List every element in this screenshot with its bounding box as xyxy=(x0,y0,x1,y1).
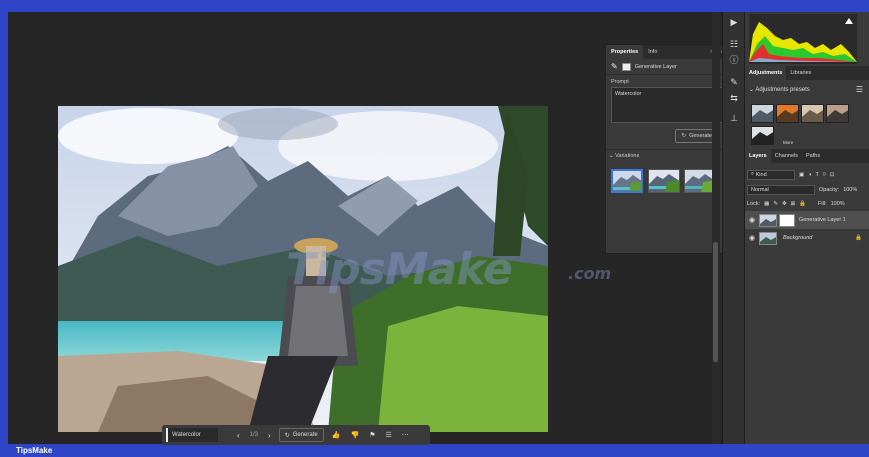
type-filter-icon[interactable]: T xyxy=(816,172,819,178)
properties-panel: Properties Info >> | ≡ ✎ Generative Laye… xyxy=(605,44,729,254)
blend-row: Normal Opacity: 100% xyxy=(747,184,867,195)
tab-libraries[interactable]: Libraries xyxy=(786,66,815,80)
adjustments-tabs: Adjustments Libraries xyxy=(745,66,869,80)
play-icon[interactable]: ▶ xyxy=(728,16,740,28)
search-icon: ⌕ xyxy=(751,171,755,177)
brush-settings-icon[interactable]: ✎ xyxy=(728,76,740,88)
preset-thumbnail[interactable] xyxy=(751,104,774,123)
generate-label: Generate xyxy=(689,133,712,139)
adjustments-icon[interactable]: ⇆ xyxy=(728,92,740,104)
tab-properties[interactable]: Properties xyxy=(606,45,644,59)
layer-type-header: ✎ Generative Layer xyxy=(606,59,728,75)
chevron-down-icon: ⌄ xyxy=(749,87,755,93)
info-icon[interactable]: ⓘ xyxy=(728,54,740,66)
variations-header[interactable]: ⌄ Variations xyxy=(609,153,639,159)
lock-pixels-icon[interactable]: ✎ xyxy=(773,201,778,207)
layer-row-generative[interactable]: ◉ Generative Layer 1 xyxy=(745,211,869,229)
chevron-down-icon: ⌄ xyxy=(609,153,614,159)
image-filter-icon[interactable]: ▣ xyxy=(799,172,804,178)
taskbar-generate-button[interactable]: ↻ Generate xyxy=(278,428,324,442)
lock-icon: 🔒 xyxy=(855,235,862,241)
tab-channels[interactable]: Channels xyxy=(771,149,802,163)
right-panels: Adjustments Libraries ⌄ Adjustments pres… xyxy=(744,12,869,444)
lock-position-icon[interactable]: ✥ xyxy=(782,201,787,207)
thumbs-up-icon[interactable]: 👍 xyxy=(327,425,346,445)
preset-thumbnail[interactable] xyxy=(801,104,824,123)
panel-icon-column: ▶ ☷ ⓘ ✎ ⇆ ⊥ xyxy=(722,12,744,444)
properties-panel-icon[interactable]: ☷ xyxy=(728,38,740,50)
layer-thumbnail xyxy=(759,213,777,227)
tab-info[interactable]: Info xyxy=(643,45,662,59)
generative-layer-icon: ✎ xyxy=(611,62,618,71)
blend-mode-select[interactable]: Normal xyxy=(747,184,815,195)
watermark-text: TipsMake xyxy=(286,244,513,295)
tab-paths[interactable]: Paths xyxy=(802,149,824,163)
list-view-icon[interactable]: ☰ xyxy=(856,85,863,94)
opacity-value[interactable]: 100% xyxy=(843,187,857,193)
smart-object-filter-icon[interactable]: ⊡ xyxy=(830,172,835,178)
layers-tabs: Layers Channels Paths xyxy=(745,149,869,163)
mask-icon xyxy=(621,62,631,71)
layer-type-label: Generative Layer xyxy=(634,63,677,70)
layer-row-background[interactable]: ◉ Background 🔒 xyxy=(745,229,869,247)
screen-frame: TipsMake .com Properties Info >> | ≡ ✎ G… xyxy=(0,0,869,457)
flag-icon[interactable]: ⚑ xyxy=(364,425,380,445)
variation-thumbnail[interactable] xyxy=(611,169,643,193)
scrollbar-thumb[interactable] xyxy=(713,242,718,362)
lock-all-icon[interactable]: 🔒 xyxy=(799,201,806,207)
prompt-textarea[interactable]: Watercolor xyxy=(611,87,723,123)
layer-name: Generative Layer 1 xyxy=(799,217,846,223)
layer-thumbnail xyxy=(759,231,777,245)
preset-thumbnail[interactable] xyxy=(751,126,774,145)
divider xyxy=(606,149,728,150)
lock-artboard-icon[interactable]: ⊠ xyxy=(791,201,796,207)
footer-bar xyxy=(0,445,869,457)
preset-thumbnail[interactable] xyxy=(826,104,849,123)
generate-icon: ↻ xyxy=(681,133,687,139)
layer-mask-thumbnail xyxy=(779,213,795,227)
adjustment-filter-icon[interactable]: ◑ xyxy=(808,172,811,178)
properties-tabs: Properties Info >> | ≡ xyxy=(606,45,728,59)
more-presets-label[interactable]: More xyxy=(783,140,793,145)
more-options-icon[interactable]: ⋯ xyxy=(397,425,414,445)
brand-label: TipsMake xyxy=(16,446,53,455)
adjustments-presets-title: Adjustments presets xyxy=(755,87,810,93)
opacity-label: Opacity: xyxy=(819,186,840,193)
variations-label: Variations xyxy=(615,153,640,159)
next-variation-icon[interactable]: › xyxy=(263,425,276,445)
shape-filter-icon[interactable]: ⌑ xyxy=(823,172,826,178)
watermark-suffix: .com xyxy=(568,264,612,283)
settings-sliders-icon[interactable]: ☰ xyxy=(380,425,396,445)
fill-value[interactable]: 100% xyxy=(831,201,845,207)
prompt-label: Prompt xyxy=(611,79,629,85)
tab-layers[interactable]: Layers xyxy=(745,149,771,163)
fill-label: Fill: xyxy=(818,200,827,207)
document-workspace[interactable]: TipsMake .com Properties Info >> | ≡ ✎ G… xyxy=(8,12,729,444)
thumbs-down-icon[interactable]: 👎 xyxy=(345,425,364,445)
canvas-vertical-scrollbar[interactable] xyxy=(712,12,720,444)
histogram xyxy=(749,14,857,64)
previous-variation-icon[interactable]: ‹ xyxy=(232,425,245,445)
adjustments-presets-header[interactable]: ⌄ Adjustments presets xyxy=(749,86,810,93)
lock-row: Lock: ▦ ✎ ✥ ⊠ 🔒 Fill: 100% xyxy=(747,198,867,209)
taskbar-generate-label: Generate xyxy=(292,432,318,438)
warning-icon xyxy=(845,18,853,24)
visibility-eye-icon[interactable]: ◉ xyxy=(745,216,759,224)
layer-filter-row: ⌕ Kind ▣ ◑ T ⌑ ⊡ xyxy=(747,169,867,180)
contextual-taskbar: Watercolor ‹ 1/3 › ↻ Generate 👍 👎 ⚑ ☰ ⋯ xyxy=(162,425,430,445)
generate-icon: ↻ xyxy=(284,432,290,439)
variation-counter: 1/3 xyxy=(249,432,259,438)
tab-adjustments[interactable]: Adjustments xyxy=(745,66,787,80)
layer-kind-filter[interactable]: ⌕ Kind xyxy=(747,169,795,180)
lock-label: Lock: xyxy=(747,200,761,207)
lock-transparency-icon[interactable]: ▦ xyxy=(764,201,769,207)
variation-thumbnail[interactable] xyxy=(648,169,680,193)
kind-label: Kind xyxy=(755,171,767,178)
stamp-icon[interactable]: ⊥ xyxy=(728,112,740,124)
preset-thumbnail[interactable] xyxy=(776,104,799,123)
visibility-eye-icon[interactable]: ◉ xyxy=(745,234,759,242)
layer-name: Background xyxy=(783,235,813,241)
taskbar-prompt-field[interactable]: Watercolor xyxy=(166,428,218,442)
